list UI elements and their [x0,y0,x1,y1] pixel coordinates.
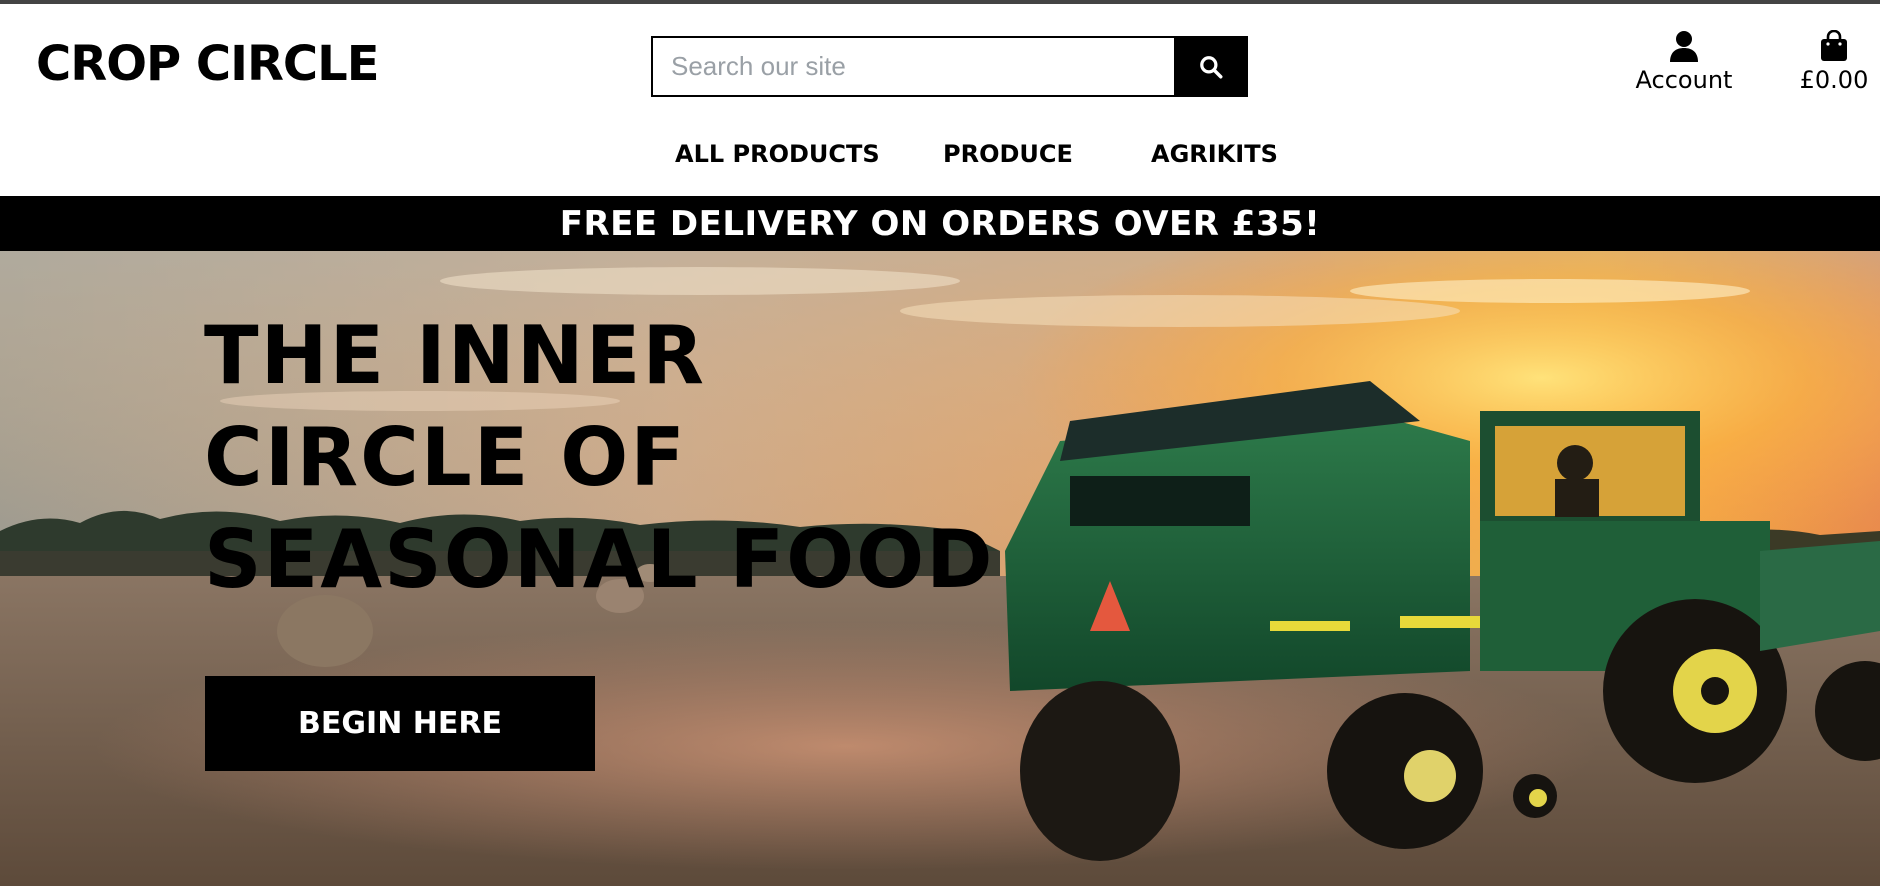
hero-section: THE INNER CIRCLE OF SEASONAL FOOD BEGIN … [0,251,1880,886]
search-icon [1200,55,1223,78]
cart-total: £0.00 [1799,66,1869,94]
cart-link[interactable]: £0.00 [1794,30,1874,100]
page: CROP CIRCLE Account [0,0,1880,886]
nav-item-all-products[interactable]: ALL PRODUCTS [675,140,880,168]
nav-item-produce[interactable]: PRODUCE [943,140,1073,168]
account-link[interactable]: Account [1626,30,1742,100]
site-header: CROP CIRCLE Account [0,4,1880,196]
search-form [651,36,1248,97]
delivery-banner-text: FREE DELIVERY ON ORDERS OVER £35! [559,203,1321,244]
account-label: Account [1635,66,1733,94]
hero-title-line-2: CIRCLE OF [204,411,687,504]
user-icon [1670,31,1698,62]
delivery-banner: FREE DELIVERY ON ORDERS OVER £35! [0,196,1880,251]
site-logo[interactable]: CROP CIRCLE [36,36,380,92]
nav-item-agrikits[interactable]: AGRIKITS [1151,140,1278,168]
search-input[interactable] [651,36,1174,97]
hero-title-line-3: SEASONAL FOOD [204,513,995,606]
main-nav: ALL PRODUCTS PRODUCE AGRIKITS [0,140,1880,176]
shopping-bag-icon [1821,30,1847,61]
search-button[interactable] [1174,36,1248,97]
hero-title-line-1: THE INNER [204,309,706,402]
hero-title: THE INNER CIRCLE OF SEASONAL FOOD [204,305,995,611]
begin-here-button[interactable]: BEGIN HERE [205,676,595,771]
